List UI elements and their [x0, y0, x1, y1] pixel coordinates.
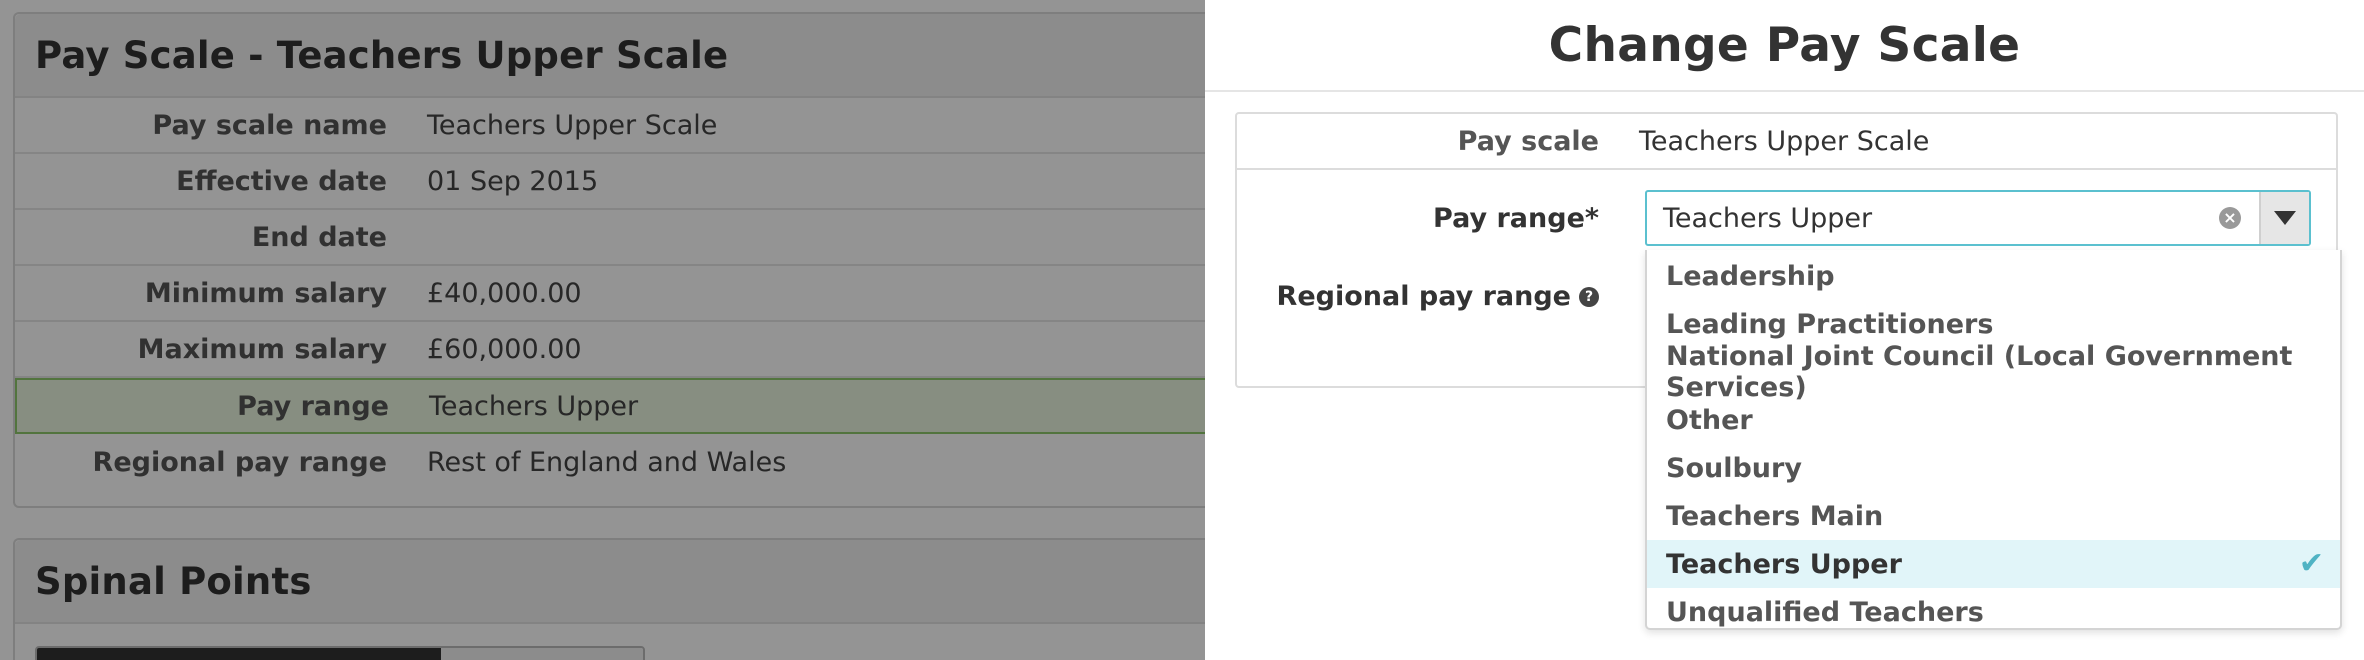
regional-pay-range-label-text: Regional pay range: [1276, 280, 1571, 312]
pay-range-selected-value: Teachers Upper: [1663, 202, 1873, 234]
pay-scale-value: Teachers Upper Scale: [1639, 125, 1930, 157]
pay-range-select[interactable]: Teachers Upper ×: [1645, 190, 2311, 246]
option-teachers-upper[interactable]: Teachers Upper ✔: [1647, 540, 2340, 588]
clear-icon[interactable]: ×: [2219, 207, 2241, 229]
regional-pay-range-label: Regional pay range?: [1237, 281, 1609, 312]
pay-scale-label: Pay scale: [1457, 125, 1599, 157]
modal-title: Change Pay Scale: [1548, 17, 2021, 73]
option-teachers-main[interactable]: Teachers Main: [1647, 492, 2340, 540]
pay-range-label: Pay range*: [1433, 202, 1599, 234]
form-row-pay-scale: Pay scale Teachers Upper Scale: [1237, 114, 2336, 170]
option-soulbury[interactable]: Soulbury: [1647, 444, 2340, 492]
help-icon[interactable]: ?: [1579, 287, 1599, 307]
option-leadership[interactable]: Leadership: [1647, 252, 2340, 300]
modal-header: Change Pay Scale: [1205, 0, 2364, 92]
checkmark-icon: ✔: [2298, 546, 2324, 581]
pay-range-options-list: Leadership Leading Practitioners Nationa…: [1645, 250, 2342, 630]
dropdown-toggle[interactable]: [2259, 192, 2309, 244]
option-teachers-upper-label: Teachers Upper: [1666, 548, 1902, 580]
chevron-down-icon: [2274, 211, 2296, 225]
option-unqualified-teachers[interactable]: Unqualified Teachers: [1647, 588, 2340, 636]
option-njc-local-government[interactable]: National Joint Council (Local Government…: [1647, 341, 2340, 403]
option-other[interactable]: Other: [1647, 396, 2340, 444]
modal-backdrop[interactable]: [0, 0, 1205, 660]
